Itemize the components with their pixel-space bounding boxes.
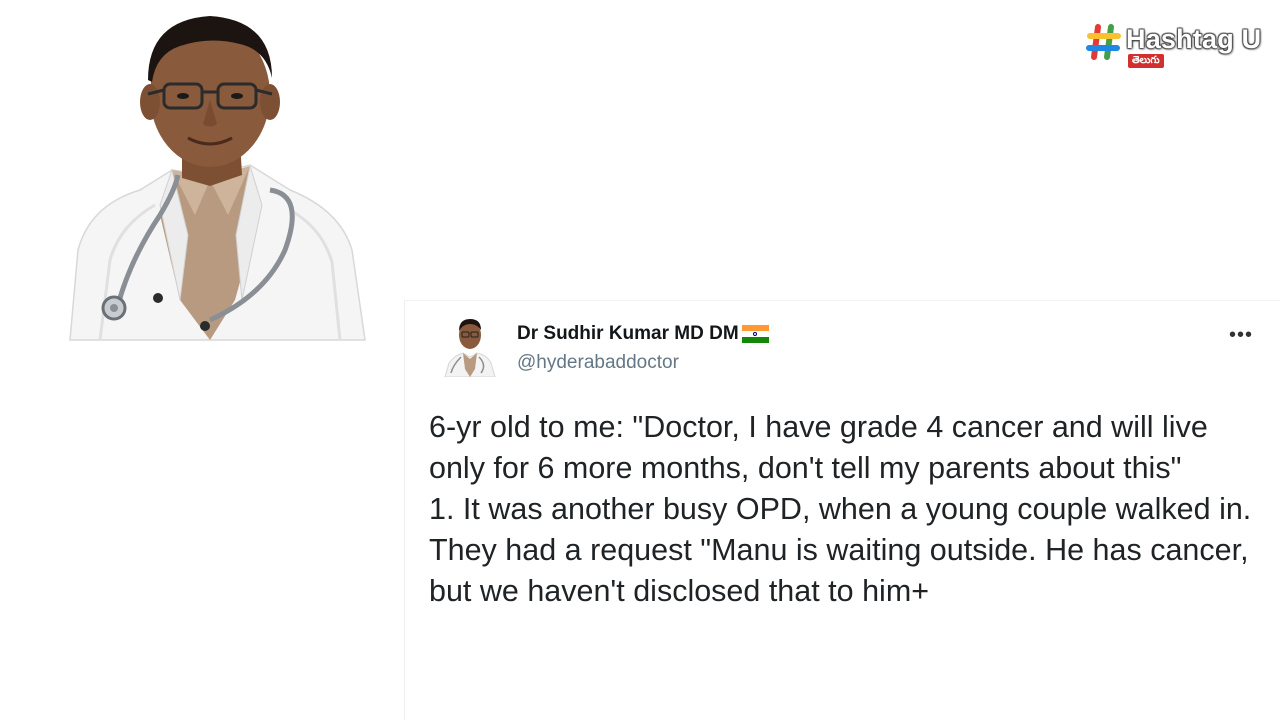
doctor-photo [60,0,380,345]
tweet-paragraph: 1. It was another busy OPD, when a young… [429,492,1252,608]
more-options-icon[interactable]: ••• [1223,323,1259,347]
author-avatar[interactable] [441,313,499,377]
brand-subtitle: తెలుగు [1128,54,1164,68]
brand-name: Hashtag U [1126,24,1262,54]
hashtag-icon [1086,24,1121,60]
news-thumbnail: Hashtag U తెలుగు Dr Sudhir Kumar MD DM @… [0,0,1280,720]
tweet-card: Dr Sudhir Kumar MD DM @hyderabaddoctor •… [404,300,1280,720]
author-handle[interactable]: @hyderabaddoctor [517,352,679,374]
author-name[interactable]: Dr Sudhir Kumar MD DM [517,323,769,345]
brand-logo[interactable]: Hashtag U తెలుగు [1086,24,1266,72]
author-name-text: Dr Sudhir Kumar MD DM [517,323,739,344]
tweet-text: 6-yr old to me: "Doctor, I have grade 4 … [429,407,1271,612]
tweet-paragraph: 6-yr old to me: "Doctor, I have grade 4 … [429,410,1208,485]
india-flag-icon [741,325,769,343]
